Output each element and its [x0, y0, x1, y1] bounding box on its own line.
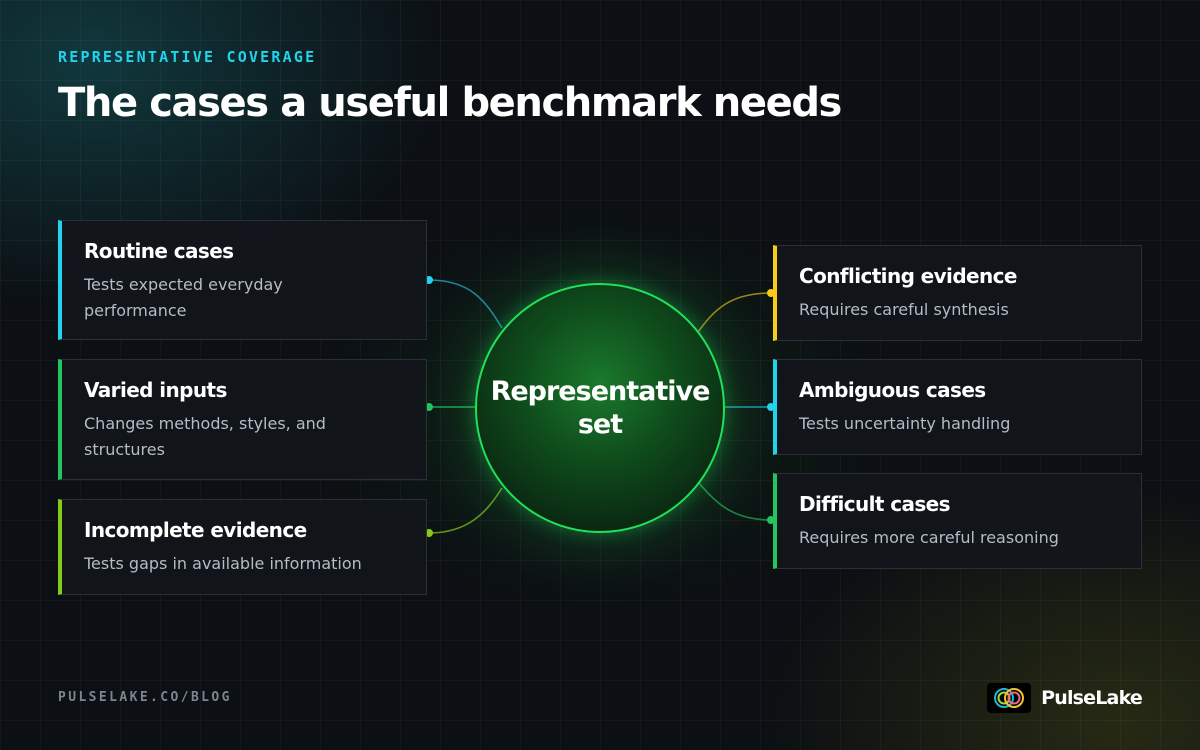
- brand-name: PulseLake: [1041, 687, 1143, 709]
- footer-url: PULSELAKE.CO/BLOG: [58, 690, 232, 705]
- pulselake-logo-icon: [987, 683, 1032, 713]
- hub-label: Representative set: [490, 376, 711, 440]
- card-ambiguous-cases: Ambiguous cases Tests uncertainty handli…: [773, 359, 1142, 455]
- card-title: Varied inputs: [84, 378, 227, 402]
- card-title: Difficult cases: [799, 492, 951, 516]
- card-description: Requires more careful reasoning: [799, 528, 1059, 547]
- card-description: Tests gaps in available information: [84, 554, 362, 573]
- connector-incomplete: [428, 487, 503, 534]
- representative-set-hub: Representative set: [475, 283, 725, 533]
- card-difficult-cases: Difficult cases Requires more careful re…: [773, 473, 1142, 569]
- card-description: Tests uncertainty handling: [799, 414, 1011, 433]
- card-description: Tests expected everyday performance: [84, 275, 283, 320]
- card-description: Requires careful synthesis: [799, 300, 1009, 319]
- card-title: Incomplete evidence: [84, 518, 307, 542]
- card-title: Conflicting evidence: [799, 264, 1017, 288]
- card-description: Changes methods, styles, and structures: [84, 414, 326, 459]
- connector-difficult: [697, 481, 772, 521]
- connector-routine: [428, 279, 503, 329]
- card-varied-inputs: Varied inputs Changes methods, styles, a…: [58, 359, 427, 480]
- brand: PulseLake: [987, 682, 1143, 714]
- card-title: Routine cases: [84, 239, 234, 263]
- card-title: Ambiguous cases: [799, 378, 986, 402]
- connector-conflicting: [697, 292, 772, 333]
- card-conflicting-evidence: Conflicting evidence Requires careful sy…: [773, 245, 1142, 341]
- card-routine-cases: Routine cases Tests expected everyday pe…: [58, 220, 427, 340]
- card-incomplete-evidence: Incomplete evidence Tests gaps in availa…: [58, 499, 427, 595]
